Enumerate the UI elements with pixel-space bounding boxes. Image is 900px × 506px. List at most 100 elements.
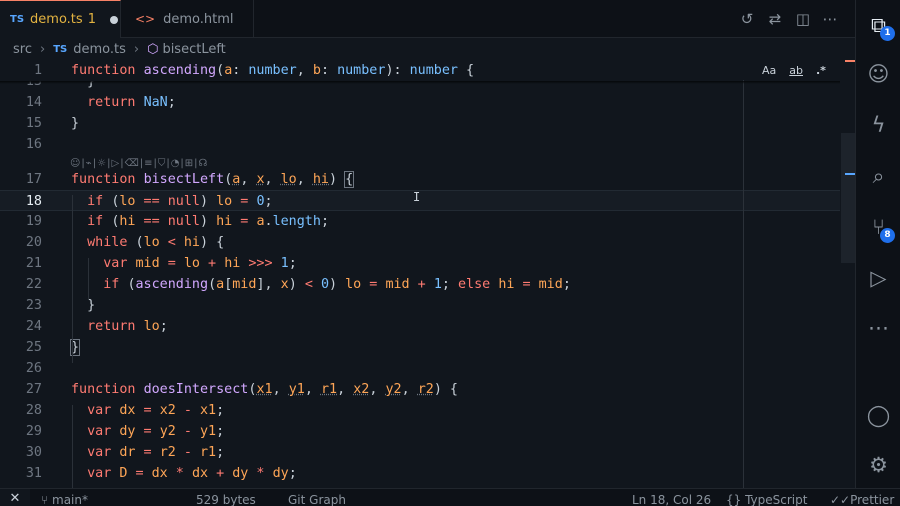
- code-line[interactable]: 14 return NaN;: [0, 92, 840, 113]
- code-token: ;: [216, 424, 225, 439]
- breadcrumb-symbol[interactable]: bisectLeft: [162, 42, 225, 57]
- git-graph-button[interactable]: Git Graph: [288, 493, 346, 506]
- branch-status[interactable]: ⑂ main*: [41, 493, 88, 506]
- line-number: 25: [25, 340, 42, 355]
- formatter-status[interactable]: ✓✓Prettier: [830, 493, 894, 506]
- code-token: =: [232, 194, 257, 209]
- code-token: =: [159, 256, 184, 271]
- code-token: dy: [232, 466, 249, 481]
- cursor-position-status[interactable]: Ln 18, Col 26: [632, 493, 711, 506]
- code-line[interactable]: 20 while (lo < hi) {: [0, 232, 840, 253]
- scrollbar-thumb[interactable]: [841, 133, 855, 263]
- scrollbar-track[interactable]: [841, 60, 855, 488]
- code-text: }: [71, 113, 79, 134]
- code-token: +: [208, 466, 233, 481]
- code-token: dy: [272, 466, 289, 481]
- remote-indicator-icon[interactable]: ✕: [0, 489, 30, 506]
- code-line[interactable]: 24 return lo;: [0, 316, 840, 337]
- code-token: =: [232, 214, 257, 229]
- code-text: function bisectLeft(a, x, lo, hi) {: [71, 169, 355, 190]
- timeline-icon[interactable]: ↺: [738, 10, 756, 28]
- code-text: return NaN;: [71, 92, 176, 113]
- code-text: var dx = x2 - x1;: [71, 400, 224, 421]
- line-number: 24: [25, 319, 42, 334]
- more-actions-icon[interactable]: ⋯: [821, 10, 839, 28]
- code-token: {: [344, 171, 355, 188]
- file-size-status: 529 bytes: [196, 493, 256, 506]
- code-token: ;: [320, 214, 329, 229]
- whole-word-toggle[interactable]: ab: [787, 63, 805, 78]
- line-number: 20: [25, 235, 42, 250]
- more-views-icon[interactable]: ⋯: [856, 308, 900, 348]
- code-line[interactable]: 30 var dr = r2 - r1;: [0, 442, 840, 463]
- run-debug-icon[interactable]: ▷: [856, 258, 900, 298]
- code-token: ) {: [200, 235, 225, 250]
- code-line[interactable]: 25}: [0, 337, 840, 358]
- code-line[interactable]: 21 var mid = lo + hi >>> 1;: [0, 253, 840, 274]
- code-token: =: [135, 403, 160, 418]
- code-token: if: [87, 214, 112, 229]
- language-mode-status[interactable]: {} TypeScript: [726, 493, 807, 506]
- typescript-file-icon: TS: [10, 14, 25, 25]
- indent-guide: [72, 195, 73, 363]
- code-token: ;: [288, 466, 297, 481]
- code-token: lo: [280, 172, 297, 187]
- code-token: function: [71, 63, 144, 78]
- code-token: if: [103, 277, 128, 292]
- settings-gear-icon[interactable]: ⚙: [856, 445, 900, 485]
- code-line[interactable]: 19 if (hi == null) hi = a.length;: [0, 211, 840, 232]
- code-line[interactable]: 31 var D = dx * dx + dy * dy;: [0, 463, 840, 484]
- breadcrumb-file[interactable]: demo.ts: [73, 42, 126, 57]
- code-line[interactable]: 29 var dy = y2 - y1;: [0, 421, 840, 442]
- code-token: b: [312, 63, 321, 78]
- code-token: ): [288, 277, 305, 292]
- code-token: ,: [304, 382, 321, 397]
- run-lightning-icon[interactable]: ϟ: [856, 105, 900, 145]
- code-text: function doesIntersect(x1, y1, r1, x2, y…: [71, 379, 458, 400]
- code-token: ;: [159, 319, 168, 334]
- code-token: doesIntersect: [143, 382, 249, 397]
- code-line[interactable]: 26: [0, 358, 840, 379]
- explorer-icon[interactable]: ⧉ 1: [856, 5, 900, 45]
- code-line[interactable]: 17 function bisectLeft(a, x, lo, hi) {: [0, 169, 840, 190]
- codelens-actions[interactable]: ☺|⌁|☼|▷|⌫|≡|⛉|◔|⊞|☊: [70, 158, 208, 172]
- code-token: ,: [296, 63, 313, 78]
- code-token: (: [127, 277, 136, 292]
- code-token: dy: [119, 424, 136, 439]
- code-token: hi: [312, 172, 329, 187]
- copilot-icon[interactable]: ☺: [856, 54, 900, 94]
- line-number: 18: [25, 194, 42, 209]
- compare-changes-icon[interactable]: ⇄: [766, 10, 784, 28]
- source-control-icon[interactable]: ⑂ 8: [856, 207, 900, 247]
- code-token: ,: [369, 382, 386, 397]
- code-line[interactable]: 28 var dx = x2 - x1;: [0, 400, 840, 421]
- code-text: var D = dx * dx + dy * dy;: [71, 463, 297, 484]
- code-token: =: [514, 277, 539, 292]
- unsaved-dot-icon[interactable]: [109, 15, 118, 24]
- search-icon[interactable]: ⌕: [856, 156, 900, 196]
- code-line[interactable]: 23 }: [0, 295, 840, 316]
- match-case-toggle[interactable]: Aa: [760, 63, 778, 78]
- breadcrumb-folder[interactable]: src: [13, 42, 32, 57]
- line-number: 21: [25, 256, 42, 271]
- regex-toggle[interactable]: .*: [814, 63, 828, 78]
- code-line[interactable]: 16: [0, 134, 840, 155]
- code-line[interactable]: 27 function doesIntersect(x1, y1, r1, x2,…: [0, 379, 840, 400]
- split-editor-icon[interactable]: ◫: [794, 10, 812, 28]
- tab-demo-html[interactable]: <> demo.html: [121, 0, 254, 38]
- code-token: null: [167, 194, 200, 209]
- code-line[interactable]: 22 if (ascending(a[mid], x) < 0) lo = mi…: [0, 274, 840, 295]
- code-token: ): [200, 214, 217, 229]
- account-icon[interactable]: ◯: [856, 395, 900, 435]
- code-token: ,: [264, 172, 281, 187]
- code-token: hi: [119, 214, 136, 229]
- code-editor[interactable]: 13 }14 return NaN;15}1617function bisect…: [0, 60, 855, 488]
- code-line[interactable]: 15}: [0, 113, 840, 134]
- code-token: +: [200, 256, 225, 271]
- code-token: ): [329, 277, 346, 292]
- code-text: var dr = r2 - r1;: [71, 442, 224, 463]
- tab-demo-ts[interactable]: TS demo.ts 1: [0, 0, 121, 38]
- sticky-scroll-line[interactable]: 1 function ascending(a: number, b: number…: [0, 60, 840, 81]
